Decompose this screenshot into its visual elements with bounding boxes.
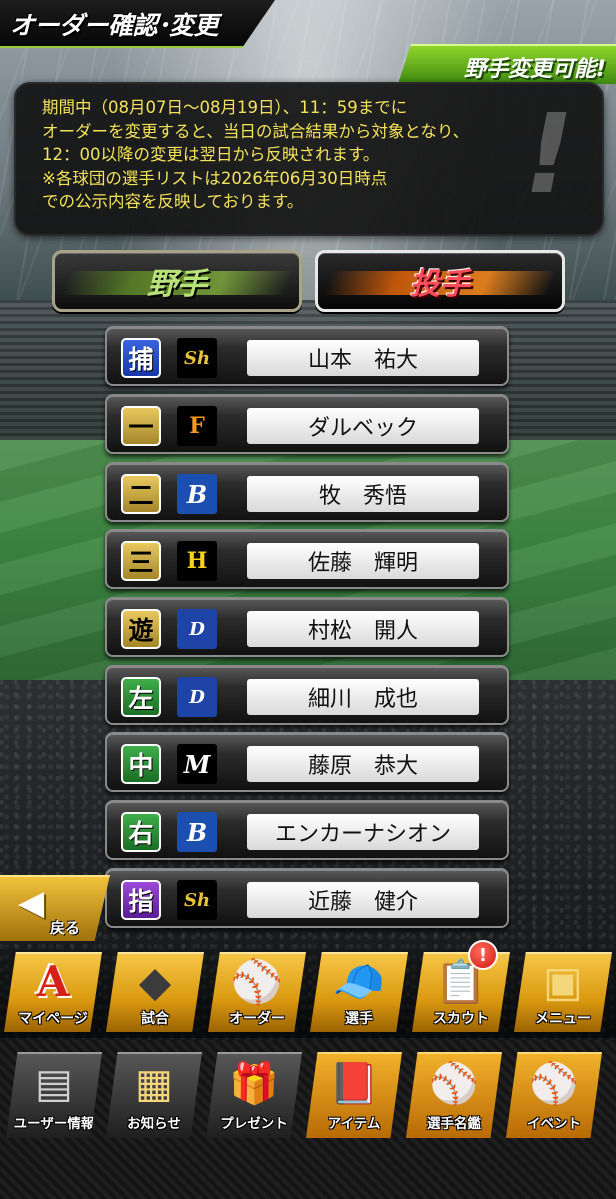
team-logo-icon: M bbox=[177, 744, 217, 784]
position-badge: 左 bbox=[121, 677, 161, 717]
position-badge: 三 bbox=[121, 541, 161, 581]
player-name: 佐藤 輝明 bbox=[247, 543, 479, 579]
player-name: 近藤 健介 bbox=[247, 882, 479, 918]
tab-pitcher[interactable]: 投手 bbox=[315, 250, 565, 312]
player-name: 牧 秀悟 bbox=[247, 476, 479, 512]
fielder-changeable-badge: 野手変更可能! bbox=[398, 44, 616, 84]
scout-alert-badge: ! bbox=[468, 940, 498, 970]
player-name: 村松 開人 bbox=[247, 611, 479, 647]
player-directory-icon: ⚾ bbox=[429, 1061, 479, 1107]
submenu-label: 選手名鑑 bbox=[427, 1116, 481, 1132]
submenu-item-button[interactable]: 📕 アイテム bbox=[306, 1052, 402, 1138]
scout-card-icon: 📋 bbox=[434, 957, 488, 1006]
player-name: 藤原 恭大 bbox=[247, 746, 479, 782]
lineup-row[interactable]: 左 D 細川 成也 bbox=[105, 665, 509, 725]
lineup-row[interactable]: 指 Sh 近藤 健介 bbox=[105, 868, 509, 928]
notice-panel: 期間中（08月07日～08月19日）、11：59までに オーダーを変更すると、当… bbox=[14, 82, 604, 236]
order-field-icon: ⚾ bbox=[230, 957, 284, 1006]
menu-game-button[interactable]: ◆ 試合 bbox=[106, 952, 204, 1032]
position-badge: 遊 bbox=[121, 609, 161, 649]
player-name: 山本 祐大 bbox=[247, 340, 479, 376]
menu-label: スカウト bbox=[433, 1011, 489, 1027]
submenu-label: アイテム bbox=[327, 1116, 381, 1132]
back-button-label: 戻る bbox=[50, 919, 81, 937]
lineup-row[interactable]: 右 B エンカーナシオン bbox=[105, 800, 509, 860]
submenu-user-info-button[interactable]: ▤ ユーザー情報 bbox=[6, 1052, 102, 1138]
submenu-label: プレゼント bbox=[220, 1116, 288, 1132]
team-logo-icon: B bbox=[177, 812, 217, 852]
title-bar: オーダー確認･変更 bbox=[0, 0, 275, 48]
submenu-label: お知らせ bbox=[127, 1116, 181, 1132]
submenu-player-directory-button[interactable]: ⚾ 選手名鑑 bbox=[406, 1052, 502, 1138]
back-button[interactable]: ◀ 戻る bbox=[0, 875, 110, 941]
team-logo-icon: Sh bbox=[177, 338, 217, 378]
position-badge: 二 bbox=[121, 474, 161, 514]
team-logo-icon: H bbox=[177, 541, 217, 581]
news-icon: ▦ bbox=[135, 1061, 173, 1107]
menu-player-button[interactable]: 🧢 選手 bbox=[310, 952, 408, 1032]
menu-label: メニュー bbox=[535, 1011, 591, 1027]
menu-scout-button[interactable]: 📋 スカウト bbox=[412, 952, 510, 1032]
lineup-row[interactable]: 遊 D 村松 開人 bbox=[105, 597, 509, 657]
submenu-present-button[interactable]: 🎁 プレゼント bbox=[206, 1052, 302, 1138]
gift-icon: 🎁 bbox=[229, 1061, 279, 1107]
player-name: ダルベック bbox=[247, 408, 479, 444]
position-badge: 右 bbox=[121, 812, 161, 852]
submenu-event-button[interactable]: ⚾ イベント bbox=[506, 1052, 602, 1138]
player-icon: 🧢 bbox=[332, 957, 386, 1006]
team-logo-icon: Sh bbox=[177, 880, 217, 920]
menu-menu-button[interactable]: ▣ メニュー bbox=[514, 952, 612, 1032]
main-menu: A マイページ ◆ 試合 ⚾ オーダー 🧢 選手 📋 スカウト ▣ メニュー bbox=[0, 946, 616, 1038]
lineup-row[interactable]: 捕 Sh 山本 祐大 bbox=[105, 326, 509, 386]
submenu-label: イベント bbox=[527, 1116, 581, 1132]
team-logo-icon: B bbox=[177, 474, 217, 514]
submenu-label: ユーザー情報 bbox=[13, 1116, 95, 1132]
tab-fielder-label: 野手 bbox=[147, 267, 207, 302]
player-name: エンカーナシオン bbox=[247, 814, 479, 850]
position-badge: 捕 bbox=[121, 338, 161, 378]
lineup-row[interactable]: 中 M 藤原 恭大 bbox=[105, 732, 509, 792]
event-icon: ⚾ bbox=[529, 1061, 579, 1107]
menu-order-button[interactable]: ⚾ オーダー bbox=[208, 952, 306, 1032]
stadium-icon: ◆ bbox=[138, 957, 172, 1006]
tab-pitcher-label: 投手 bbox=[410, 267, 470, 302]
player-name: 細川 成也 bbox=[247, 679, 479, 715]
submenu-news-button[interactable]: ▦ お知らせ bbox=[106, 1052, 202, 1138]
menu-mypage-button[interactable]: A マイページ bbox=[4, 952, 102, 1032]
back-arrow-icon: ◀ bbox=[18, 883, 45, 923]
item-book-icon: 📕 bbox=[329, 1061, 379, 1107]
lineup-row[interactable]: 三 H 佐藤 輝明 bbox=[105, 529, 509, 589]
position-badge: 中 bbox=[121, 744, 161, 784]
mypage-icon: A bbox=[36, 957, 70, 1006]
menu-label: マイページ bbox=[18, 1011, 88, 1027]
page-title: オーダー確認･変更 bbox=[10, 11, 219, 40]
exclamation-icon: ! bbox=[523, 90, 574, 218]
position-badge: 一 bbox=[121, 406, 161, 446]
badge-label: 野手変更可能! bbox=[463, 57, 606, 82]
menu-label: 試合 bbox=[141, 1011, 169, 1027]
notice-text: 期間中（08月07日～08月19日）、11：59までに オーダーを変更すると、当… bbox=[42, 98, 470, 211]
team-logo-icon: D bbox=[177, 609, 217, 649]
team-logo-icon: F bbox=[177, 406, 217, 446]
menu-label: 選手 bbox=[345, 1011, 373, 1027]
mascot-icon: ▣ bbox=[543, 957, 583, 1006]
lineup-row[interactable]: 二 B 牧 秀悟 bbox=[105, 462, 509, 522]
team-logo-icon: D bbox=[177, 677, 217, 717]
menu-label: オーダー bbox=[229, 1011, 285, 1027]
position-badge: 指 bbox=[121, 880, 161, 920]
tab-fielder[interactable]: 野手 bbox=[52, 250, 302, 312]
sub-menu: ▤ ユーザー情報 ▦ お知らせ 🎁 プレゼント 📕 アイテム ⚾ 選手名鑑 ⚾ … bbox=[0, 1040, 616, 1199]
lineup-row[interactable]: 一 F ダルベック bbox=[105, 394, 509, 454]
user-info-icon: ▤ bbox=[35, 1061, 73, 1107]
